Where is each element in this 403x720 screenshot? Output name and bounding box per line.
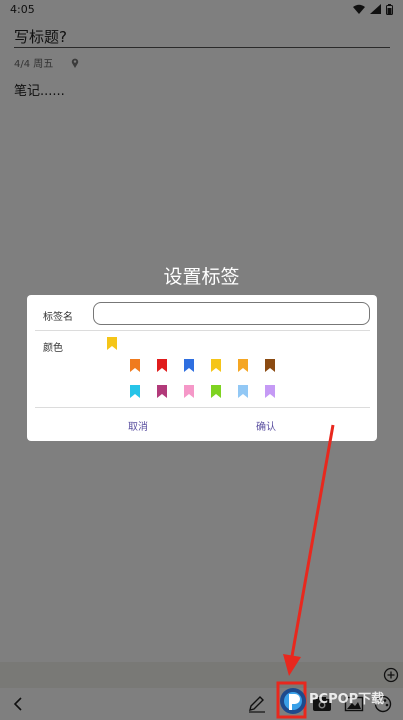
color-bookmark-row2-swatch-5[interactable]: [238, 385, 248, 398]
dialog-divider-top: [35, 330, 370, 331]
tag-name-label: 标签名: [43, 312, 73, 323]
dialog-divider-bottom: [35, 407, 370, 408]
tag-name-input[interactable]: [93, 302, 370, 325]
color-bookmark-row1-swatch-1[interactable]: [130, 359, 140, 372]
color-label: 颜色: [43, 343, 63, 354]
cancel-button[interactable]: 取消: [128, 418, 148, 433]
color-bookmark-row2-swatch-2[interactable]: [157, 385, 167, 398]
color-bookmark-row1-swatch-4[interactable]: [211, 359, 221, 372]
color-bookmark-row1-swatch-5[interactable]: [238, 359, 248, 372]
color-bookmark-row2-swatch-3[interactable]: [184, 385, 194, 398]
confirm-button[interactable]: 确认: [256, 418, 276, 433]
watermark-text: PCPOP下载: [309, 692, 385, 707]
color-bookmark-row2-swatch-4[interactable]: [211, 385, 221, 398]
selected-color-bookmark-icon: [107, 337, 117, 350]
set-tag-dialog: 标签名 颜色 取消 确认: [27, 295, 377, 441]
color-bookmark-row1-swatch-3[interactable]: [184, 359, 194, 372]
color-bookmark-row1-swatch-2[interactable]: [157, 359, 167, 372]
color-bookmark-row2-swatch-1[interactable]: [130, 385, 140, 398]
color-bookmark-row2-swatch-6[interactable]: [265, 385, 275, 398]
dialog-title: 设置标签: [163, 266, 240, 288]
color-bookmark-row1-swatch-6[interactable]: [265, 359, 275, 372]
